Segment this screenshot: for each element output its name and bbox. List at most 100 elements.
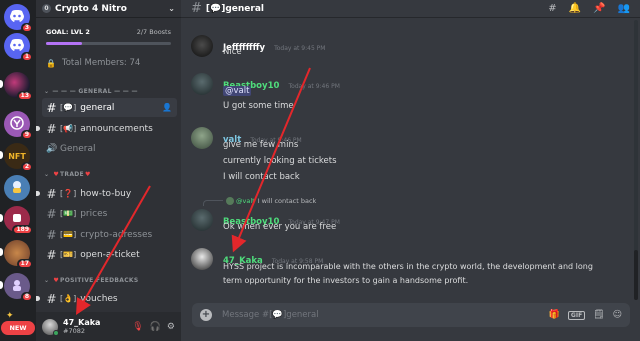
server-initials: NFT: [8, 151, 26, 161]
mention-badge: 1: [20, 52, 33, 62]
add-member-icon[interactable]: 👤: [162, 103, 172, 112]
composer-tools: 🎁 GIF 🗒 ☺: [549, 310, 622, 320]
threads-icon[interactable]: #: [548, 3, 556, 14]
avatar[interactable]: [191, 209, 213, 231]
user-mention[interactable]: @valt: [223, 86, 252, 96]
server-item[interactable]: [4, 175, 30, 201]
gift-icon[interactable]: 🎁: [549, 310, 560, 320]
channel-open-a-ticket[interactable]: # [🎫] open-a-ticket: [42, 245, 177, 264]
channel-label: how-to-buy: [80, 188, 132, 199]
scrollbar-thumb[interactable]: [634, 250, 638, 300]
channel-sidebar: 0 Crypto 4 Nitro ⌄ GOAL: LVL 2 2/7 Boost…: [36, 0, 181, 341]
channel-crypto-adresses[interactable]: # [💳] crypto-adresses: [42, 225, 177, 244]
mention-badge: 17: [16, 259, 33, 269]
category-general[interactable]: ⌄ — — — GENERAL — — —: [44, 88, 138, 95]
heart-icon: ♥: [53, 277, 60, 284]
unread-pill: [0, 80, 3, 88]
add-attachment-icon[interactable]: +: [200, 309, 212, 321]
channel-label: open-a-ticket: [80, 249, 140, 260]
user-panel: 47_Kaka #7082 🎙 🎧 ⚙: [36, 312, 181, 341]
channel-emoji: [💵]: [60, 209, 77, 218]
mic-muted-icon[interactable]: 🎙: [132, 322, 143, 332]
channel-general[interactable]: # [💬] general 👤: [42, 98, 177, 117]
speaker-icon: 🔊: [46, 143, 58, 154]
channel-announcements[interactable]: # [📢] announcements: [36, 119, 177, 138]
message-text: U got some time: [223, 101, 294, 111]
gif-button[interactable]: GIF: [567, 310, 586, 320]
channel-label: crypto-adresses: [80, 229, 153, 240]
server-item[interactable]: 9: [4, 111, 33, 140]
scrollbar[interactable]: [634, 20, 638, 300]
server-header[interactable]: 0 Crypto 4 Nitro ⌄: [36, 0, 181, 18]
hash-icon: #: [46, 121, 57, 136]
channel-label: announcements: [80, 123, 153, 134]
message-timestamp: Today at 9:46 PM: [288, 83, 340, 90]
channel-vouches[interactable]: # [👌] vouches: [36, 289, 177, 308]
mention-badge: 2: [20, 162, 33, 172]
message-text: @valt: [223, 86, 252, 96]
server-discord-home[interactable]: 3: [4, 4, 33, 33]
message-composer: + 🎁 GIF 🗒 ☺: [192, 303, 630, 327]
message-text: I will contact back: [223, 172, 300, 182]
hash-icon: #: [46, 247, 57, 262]
new-sparkle-icon: ✦: [6, 311, 14, 321]
lock-icon: 🔒: [46, 58, 56, 68]
avatar[interactable]: [191, 35, 213, 57]
server-rail: 3 1 13 9 NFT 2 189 17 8 ✦ NEW: [0, 0, 36, 341]
avatar[interactable]: [191, 73, 213, 95]
message-text: HYSS project is incomparable with the ot…: [223, 262, 593, 271]
server-level-badge: 0: [42, 4, 51, 13]
chevron-down-icon: ⌄: [44, 277, 50, 284]
channel-emoji: [💬]: [60, 103, 77, 112]
channel-how-to-buy[interactable]: # [❓] how-to-buy: [36, 184, 177, 203]
avatar[interactable]: [191, 248, 213, 270]
server-item[interactable]: NFT 2: [4, 143, 33, 172]
hash-icon: #: [46, 291, 57, 306]
category-label: POSITIVE FEEDBACKS: [60, 277, 139, 284]
pin-icon[interactable]: 📌: [593, 3, 605, 14]
message-text: Ok when ever you are free: [223, 222, 337, 232]
unread-indicator: [36, 191, 40, 196]
avatar: [226, 197, 234, 205]
channel-label: General: [60, 143, 96, 154]
emoji-icon[interactable]: ☺: [613, 310, 622, 320]
bell-icon[interactable]: 🔔: [569, 3, 581, 14]
chevron-down-icon: ⌄: [44, 88, 50, 95]
mention-badge: 3: [20, 23, 33, 33]
headphones-icon[interactable]: 🎧: [150, 322, 161, 332]
user-names[interactable]: 47_Kaka #7082: [63, 318, 100, 335]
avatar[interactable]: [42, 318, 59, 336]
category-positive-feedbacks[interactable]: ⌄ ♥ POSITIVE FEEDBACKS: [44, 277, 139, 284]
channel-voice-general[interactable]: 🔊 General: [42, 139, 177, 158]
avatar[interactable]: [191, 127, 213, 149]
channel-emoji: [💳]: [60, 230, 77, 239]
new-unreads-button[interactable]: NEW: [1, 321, 35, 335]
category-label: TRADE: [60, 171, 84, 178]
category-trade[interactable]: ⌄ ♥ TRADE ♥: [44, 171, 92, 178]
message-input[interactable]: [222, 310, 522, 320]
channel-header: # [💬]general # 🔔 📌 👥: [181, 0, 640, 18]
channel-emoji: [📢]: [60, 124, 77, 133]
server-item[interactable]: 13: [4, 72, 33, 101]
server-item[interactable]: 17: [4, 240, 33, 269]
channel-title: [💬]general: [205, 3, 264, 14]
discord-icon: [9, 39, 25, 53]
message-timestamp: Today at 9:45 PM: [274, 45, 326, 52]
sticker-icon[interactable]: 🗒: [593, 310, 604, 320]
members-icon[interactable]: 👥: [618, 3, 630, 14]
member-count-channel[interactable]: 🔒 Total Members: 74: [46, 58, 140, 68]
server-item[interactable]: 1: [4, 33, 33, 62]
server-item[interactable]: 8: [4, 273, 33, 302]
channel-prices[interactable]: # [💵] prices: [42, 204, 177, 223]
heart-icon: ♥: [84, 171, 91, 178]
server-item[interactable]: 189: [4, 206, 33, 235]
member-count-label: Total Members: 74: [61, 58, 141, 68]
gear-icon[interactable]: ⚙: [167, 322, 175, 332]
boost-progress-fill: [46, 42, 83, 45]
reply-preview[interactable]: @valt I will contact back: [203, 196, 316, 206]
unread-pill: [0, 151, 3, 159]
unread-indicator: [36, 126, 40, 131]
hash-icon: #: [46, 186, 57, 201]
reply-author: @valt: [236, 197, 255, 205]
message-text: give me few mins: [223, 140, 299, 150]
